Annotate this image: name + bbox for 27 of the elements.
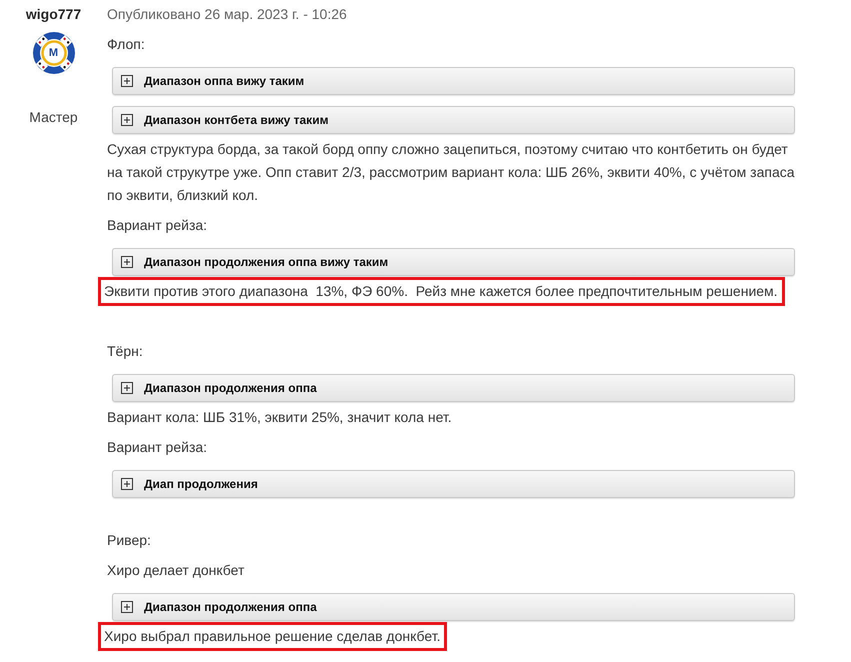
spoiler-toggle[interactable]: Диапазон продолжения оппа: [112, 374, 795, 402]
username-link[interactable]: wigo777: [26, 3, 82, 26]
post-text: Сухая структура борда, за такой борд оппу сложно зацепиться, поэтому считаю что контбетить он будет на такой струкутре уже. Опп ставит 2/3, рассмотрим вариант кола: ШБ 26%, эквити 40%, с учётом запаса по эквити, близкий кол.: [107, 140, 796, 205]
spoiler-toggle[interactable]: Диапазон продолжения оппа: [112, 593, 795, 621]
highlighted-text: Эквити против этого диапазона 13%, ФЭ 60%. Рейз мне кажется более предпочтительным решением.: [98, 277, 785, 306]
spoiler-toggle[interactable]: Диап продолжения: [112, 470, 795, 498]
plus-square-icon: [121, 478, 133, 490]
plus-square-icon: [121, 114, 133, 126]
highlighted-text: Хиро выбрал правильное решение сделав донкбет.: [98, 622, 448, 651]
spoiler-toggle[interactable]: Диапазон оппа вижу таким: [112, 67, 795, 95]
post-date: Опубликовано 26 мар. 2023 г. - 10:26: [107, 5, 347, 24]
post-text: Хиро делает донкбет: [107, 561, 246, 580]
post-text: Вариант кола: ШБ 31%, эквити 25%, значит кола нет.: [107, 408, 453, 427]
plus-square-icon: [121, 75, 133, 87]
avatar-letter: M: [48, 47, 58, 59]
post-text: Флоп:: [107, 35, 146, 54]
plus-square-icon: [121, 601, 133, 613]
post-text: Вариант рейза:: [107, 438, 208, 457]
spoiler-toggle[interactable]: Диапазон продолжения оппа вижу таким: [112, 248, 795, 276]
poker-chip-avatar-icon: [32, 32, 74, 74]
spoiler-toggle[interactable]: Диапазон контбета вижу таким: [112, 106, 795, 134]
plus-square-icon: [121, 382, 133, 394]
post-text: Вариант рейза:: [107, 216, 208, 235]
user-rank: Мастер: [29, 108, 78, 127]
post-text: Тёрн:: [107, 342, 144, 361]
plus-square-icon: [121, 256, 133, 268]
post-text: Ривер:: [107, 531, 152, 550]
